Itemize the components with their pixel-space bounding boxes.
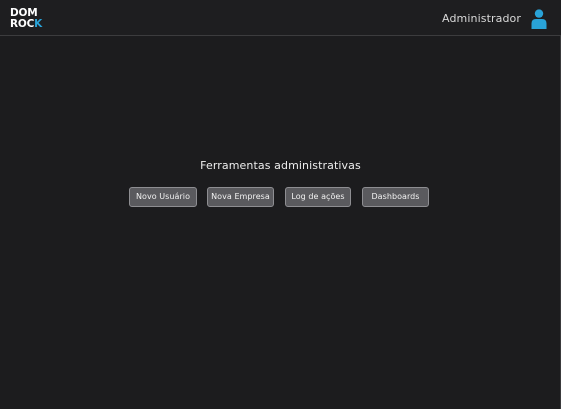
dom-rock-logo[interactable]: DOM ROCK [10, 8, 42, 29]
page: DOM ROCK Administrador Ferramentas admin… [0, 0, 561, 409]
admin-tools-section: Ferramentas administrativas Novo Usuário… [0, 159, 561, 207]
admin-tools-title: Ferramentas administrativas [200, 159, 361, 172]
user-icon[interactable] [531, 9, 547, 29]
logo-line-2: ROCK [10, 17, 43, 30]
new-company-button[interactable]: Nova Empresa [207, 187, 274, 207]
logo-line-2-main: ROC [10, 17, 35, 30]
new-user-button[interactable]: Novo Usuário [129, 187, 197, 207]
top-bar: DOM ROCK Administrador [0, 0, 561, 36]
dashboards-button[interactable]: Dashboards [362, 187, 429, 207]
action-log-button[interactable]: Log de ações [285, 187, 351, 207]
user-name-label[interactable]: Administrador [442, 12, 521, 25]
logo-line-2-accent: K [34, 17, 43, 30]
